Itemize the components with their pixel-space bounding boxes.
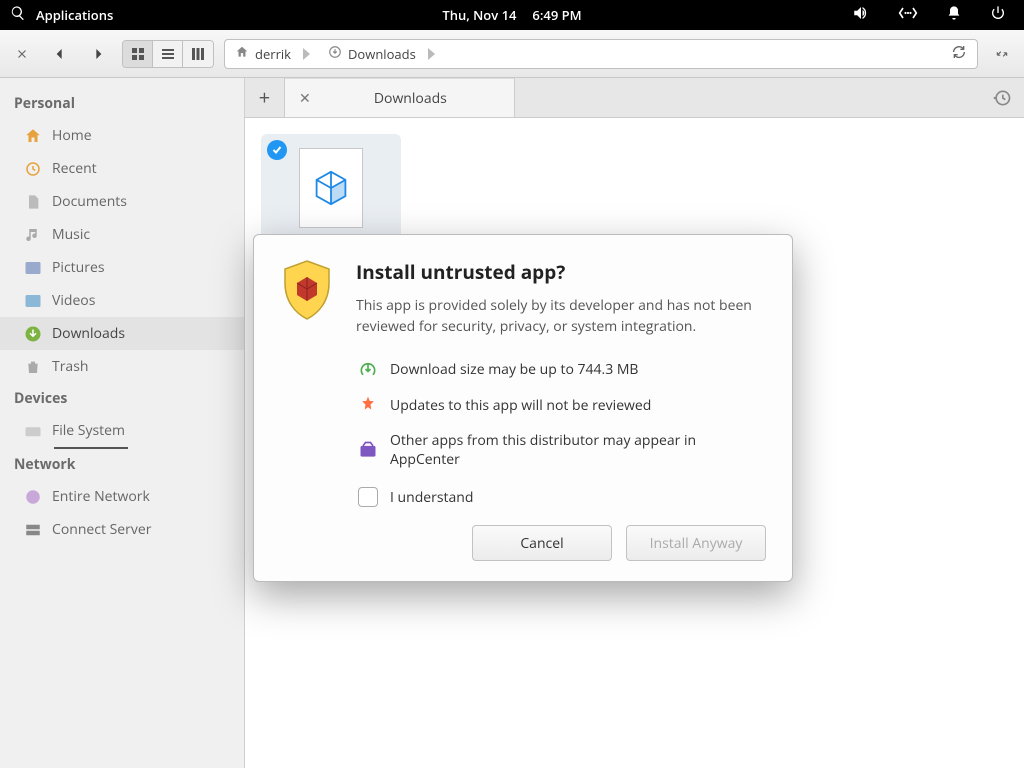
dialog-info-text: Download size may be up to 744.3 MB	[390, 360, 638, 379]
install-anyway-button[interactable]: Install Anyway	[626, 525, 766, 561]
download-size-icon	[358, 359, 378, 379]
consent-row[interactable]: I understand	[358, 487, 766, 507]
dialog-info-text: Other apps from this distributor may app…	[390, 431, 766, 469]
dialog-subtitle: This app is provided solely by its devel…	[356, 295, 766, 337]
dialog-info-download-size: Download size may be up to 744.3 MB	[358, 359, 766, 379]
appcenter-icon	[358, 440, 378, 460]
shield-warning-icon	[280, 259, 334, 337]
updates-warning-icon	[358, 395, 378, 415]
modal-overlay: Install untrusted app? This app is provi…	[0, 0, 1024, 768]
dialog-info-appcenter: Other apps from this distributor may app…	[358, 431, 766, 469]
install-untrusted-dialog: Install untrusted app? This app is provi…	[253, 234, 793, 582]
dialog-info-updates: Updates to this app will not be reviewed	[358, 395, 766, 415]
consent-checkbox[interactable]	[358, 487, 378, 507]
dialog-info-text: Updates to this app will not be reviewed	[390, 396, 651, 415]
dialog-title: Install untrusted app?	[356, 259, 766, 285]
consent-label: I understand	[390, 488, 473, 507]
cancel-button[interactable]: Cancel	[472, 525, 612, 561]
